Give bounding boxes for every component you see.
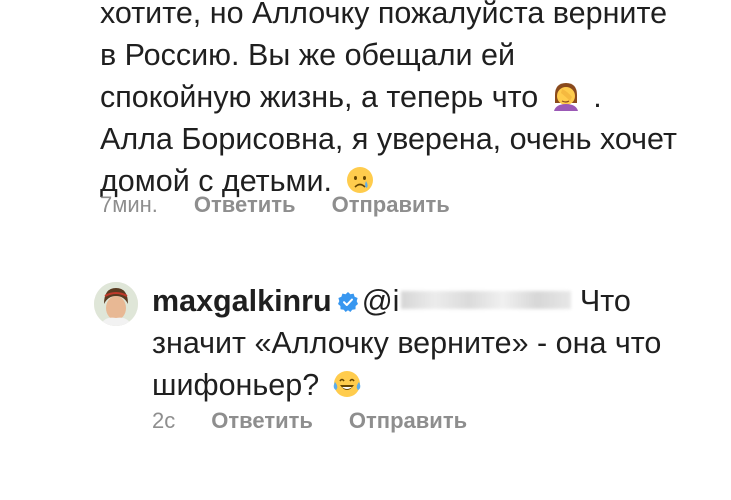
comment-line: в Россию. Вы же обещали ей [100, 38, 515, 72]
comment-line-text: Что [579, 284, 631, 318]
reply-comment: maxgalkinru @i Что значит «Аллочку верни… [152, 280, 712, 406]
comment-line: значит «Аллочку верните» - она что [152, 326, 662, 360]
comment-line-text: . [593, 80, 602, 114]
mention-text: @i [361, 284, 400, 318]
crying-face-emoji-icon [346, 167, 373, 193]
avatar[interactable] [94, 282, 138, 326]
tears-of-joy-emoji-icon [333, 371, 360, 397]
reply-button[interactable]: Ответить [194, 192, 296, 217]
comment-line: Алла Борисовна, я уверена, очень хочет [100, 122, 677, 156]
username[interactable]: maxgalkinru [152, 284, 332, 318]
comment-line: maxgalkinru @i Что [152, 280, 712, 322]
comment-meta: 2с Ответить Отправить [152, 408, 467, 434]
avatar-image [94, 282, 138, 326]
comment-text: хотите, но Аллочку пожалуйста верните в … [100, 0, 710, 202]
comment-meta: 7мин. Ответить Отправить [100, 192, 450, 218]
verified-badge-icon [337, 292, 358, 312]
face-palm-emoji-icon [553, 83, 578, 111]
comment-line: спокойную жизнь, а теперь что . [100, 76, 710, 118]
send-button[interactable]: Отправить [349, 408, 467, 433]
comment-timestamp: 2с [152, 408, 176, 433]
comment-line-text: спокойную жизнь, а теперь что [100, 80, 539, 114]
send-button[interactable]: Отправить [332, 192, 450, 217]
comment-line: шифоньер? [152, 364, 712, 406]
comment-line: хотите, но Аллочку пожалуйста верните [100, 0, 668, 30]
reply-button[interactable]: Ответить [211, 408, 313, 433]
comment-timestamp: 7мин. [100, 192, 158, 217]
blurred-mention [401, 291, 572, 309]
mention-link[interactable]: @i [362, 280, 572, 322]
comment-line-text: шифоньер? [152, 368, 320, 402]
